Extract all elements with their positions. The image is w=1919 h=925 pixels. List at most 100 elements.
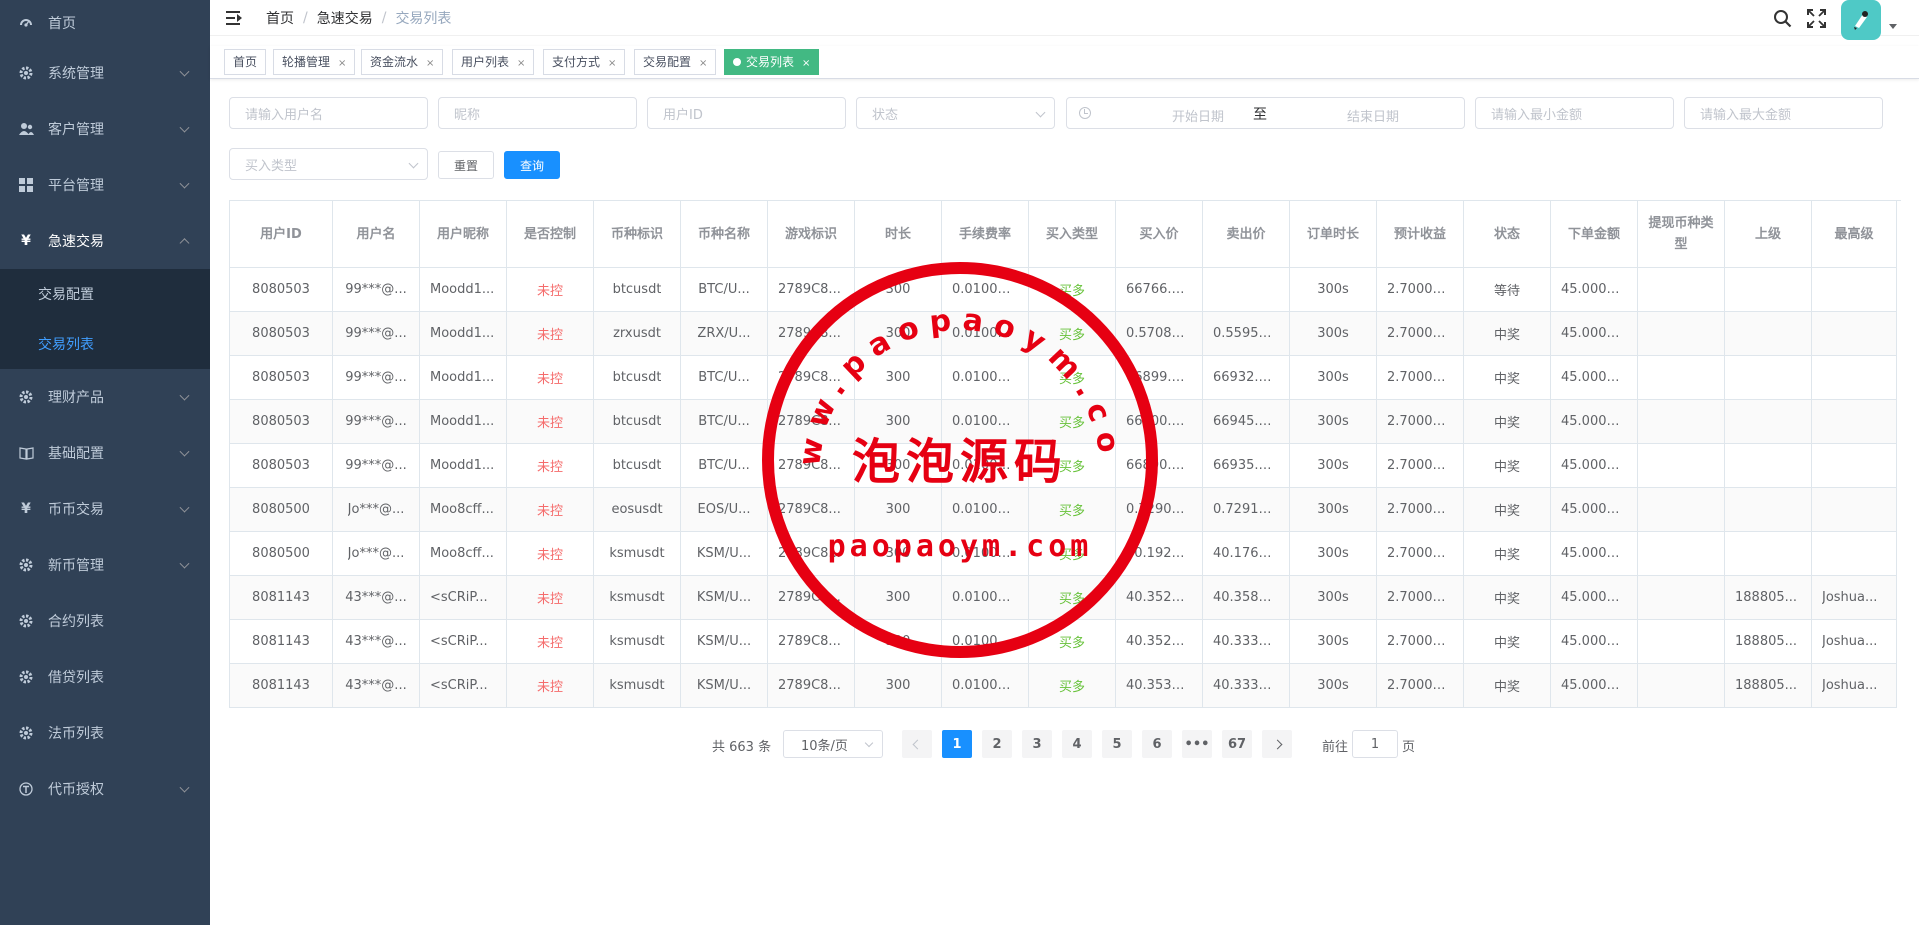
hamburger-menu-icon[interactable]	[226, 10, 244, 25]
close-icon[interactable]: ×	[338, 58, 346, 69]
table-cell: 0.01000...	[942, 620, 1029, 664]
tag-fund-flow[interactable]: 资金流水 ×	[361, 49, 444, 75]
table-cell: 300	[855, 620, 942, 664]
cell-value: 300s	[1317, 678, 1349, 693]
more-pages-button[interactable]: •••	[1182, 730, 1212, 758]
column-header: 手续费率	[942, 201, 1029, 268]
cell-value: Moodd1...	[430, 370, 495, 385]
table-cell: ZRX/U...	[681, 312, 768, 356]
page-size-select[interactable]: 10条/页	[783, 730, 883, 758]
table-cell: 0.01000...	[942, 444, 1029, 488]
next-page-button[interactable]	[1262, 730, 1292, 758]
min-amount-input[interactable]: 请输入最小金额	[1475, 97, 1674, 129]
table-cell: KSM/U...	[681, 576, 768, 620]
breadcrumb-quick-trade[interactable]: 急速交易	[317, 8, 373, 28]
max-amount-input[interactable]: 请输入最大金额	[1684, 97, 1883, 129]
cell-value: 300s	[1317, 546, 1349, 561]
chevron-down-icon	[408, 158, 419, 169]
sidebar-item-system[interactable]: 系统管理	[0, 45, 210, 101]
search-button[interactable]: 查询	[504, 151, 560, 179]
table-cell: 45.0000...	[1551, 444, 1638, 488]
sidebar-item-loans[interactable]: 借贷列表	[0, 649, 210, 705]
table-row[interactable]: 8081143 43***@... <sCRiP... 未控 ksmusdt KSM/U.…	[230, 664, 1901, 708]
cell-value: 0.01000...	[952, 546, 1018, 561]
column-header: 是否控制	[507, 201, 594, 268]
placeholder-text: 请输入用户名	[245, 107, 324, 123]
placeholder-text: 状态	[872, 107, 899, 123]
avatar[interactable]	[1841, 0, 1881, 40]
tag-trade-list[interactable]: 交易列表 ×	[724, 49, 820, 75]
tag-label: 用户列表	[461, 55, 510, 69]
table-row[interactable]: 8081143 43***@... <sCRiP... 未控 ksmusdt KSM/U.…	[230, 576, 1901, 620]
reset-button[interactable]: 重置	[438, 151, 494, 179]
table-row[interactable]: 8080500 Jo***@... Moo8cff... 未控 eosusdt EOS/U…	[230, 488, 1901, 532]
breadcrumb-home[interactable]: 首页	[266, 8, 294, 28]
caret-down-icon[interactable]	[1889, 23, 1897, 29]
buy-type-select[interactable]: 买入类型	[229, 148, 428, 180]
sidebar-item-customers[interactable]: 客户管理	[0, 101, 210, 157]
table-row[interactable]: 8080500 Jo***@... Moo8cff... 未控 ksmusdt KSM/U…	[230, 532, 1901, 576]
column-header: 买入类型	[1029, 201, 1116, 268]
tag-carousel[interactable]: 轮播管理 ×	[273, 49, 356, 75]
userid-input[interactable]: 用户ID	[647, 97, 846, 129]
sidebar-item-basic-config[interactable]: 基础配置	[0, 425, 210, 481]
cell-value: 0.01000...	[952, 414, 1018, 429]
sidebar-subitem-trade-list[interactable]: 交易列表	[0, 319, 210, 369]
page-button[interactable]: 3	[1022, 730, 1052, 758]
date-range-picker[interactable]: 开始日期 至 结束日期	[1066, 97, 1465, 129]
page-button[interactable]: 1	[942, 730, 972, 758]
page-button[interactable]: 5	[1102, 730, 1132, 758]
table-cell: 0.01000...	[942, 312, 1029, 356]
search-icon[interactable]	[1771, 7, 1793, 29]
end-date-input[interactable]: 结束日期	[1319, 106, 1427, 125]
cell-value: <sCRiP...	[430, 634, 488, 649]
cell-value: 未控	[536, 548, 563, 563]
table-cell: 2.70000...	[1377, 532, 1464, 576]
close-icon[interactable]: ×	[699, 58, 707, 69]
fullscreen-icon[interactable]	[1805, 7, 1827, 29]
close-icon[interactable]: ×	[608, 58, 616, 69]
table-row[interactable]: 8080503 99***@... Moodd1... 未控 btcusdt BTC/U.…	[230, 268, 1901, 312]
table-cell: Joshua...	[1812, 664, 1897, 708]
cell-value: 8080503	[252, 414, 310, 429]
cell-value: 2789C8...	[778, 458, 841, 473]
sidebar-item-home[interactable]: 首页	[0, 0, 210, 45]
username-input[interactable]: 请输入用户名	[229, 97, 428, 129]
tag-payment[interactable]: 支付方式 ×	[543, 49, 626, 75]
sidebar-item-contracts[interactable]: 合约列表	[0, 593, 210, 649]
prev-page-button[interactable]	[902, 730, 932, 758]
table-row[interactable]: 8080503 99***@... Moodd1... 未控 btcusdt BTC/U.…	[230, 356, 1901, 400]
goto-page-input[interactable]: 1	[1352, 730, 1398, 758]
table-row[interactable]: 8080503 99***@... Moodd1... 未控 btcusdt BTC/U.…	[230, 444, 1901, 488]
tag-trade-config[interactable]: 交易配置 ×	[634, 49, 717, 75]
sidebar-item-label: 币币交易	[48, 502, 104, 518]
page-button[interactable]: 6	[1142, 730, 1172, 758]
cell-value: 300s	[1317, 326, 1349, 341]
start-date-input[interactable]: 开始日期	[1144, 106, 1252, 125]
sidebar-item-wealth[interactable]: 理财产品	[0, 369, 210, 425]
tag-user-list[interactable]: 用户列表 ×	[452, 49, 535, 75]
page-button[interactable]: 67	[1222, 730, 1252, 758]
cell-value: KSM/U...	[696, 634, 752, 649]
sidebar-item-coin-trade[interactable]: ¥ 币币交易	[0, 481, 210, 537]
table-row[interactable]: 8081143 43***@... <sCRiP... 未控 ksmusdt KSM/U.…	[230, 620, 1901, 664]
status-select[interactable]: 状态	[856, 97, 1055, 129]
cell-value: BTC/U...	[698, 458, 750, 473]
close-icon[interactable]: ×	[426, 58, 434, 69]
page-button[interactable]: 2	[982, 730, 1012, 758]
close-icon[interactable]: ×	[802, 58, 810, 69]
cell-value: 等待	[1493, 284, 1520, 299]
sidebar-item-token-auth[interactable]: 代币授权	[0, 761, 210, 817]
close-icon[interactable]: ×	[517, 58, 525, 69]
sidebar-item-platform[interactable]: 平台管理	[0, 157, 210, 213]
sidebar-subitem-trade-config[interactable]: 交易配置	[0, 269, 210, 319]
nickname-input[interactable]: 昵称	[438, 97, 637, 129]
tag-home[interactable]: 首页	[224, 49, 267, 75]
table-row[interactable]: 8080503 99***@... Moodd1... 未控 zrxusdt ZRX/U.…	[230, 312, 1901, 356]
cell-value: 43***@...	[345, 678, 407, 693]
table-cell	[1812, 356, 1897, 400]
sidebar-item-quick-trade[interactable]: ¥ 急速交易	[0, 213, 210, 269]
sidebar-item-new-coin[interactable]: 新币管理	[0, 537, 210, 593]
page-button[interactable]: 4	[1062, 730, 1092, 758]
table-row[interactable]: 8080503 99***@... Moodd1... 未控 btcusdt BTC/U.…	[230, 400, 1901, 444]
